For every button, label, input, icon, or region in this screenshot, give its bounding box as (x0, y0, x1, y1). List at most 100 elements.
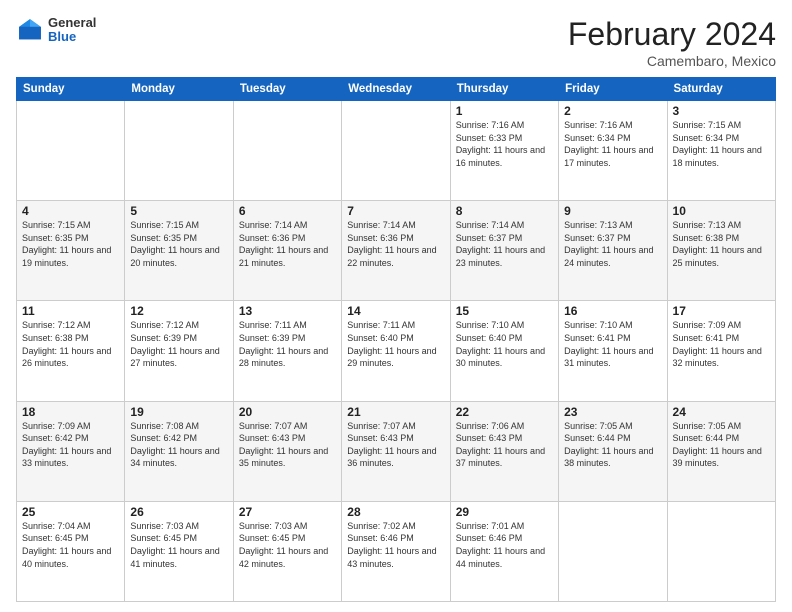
header-row: Sunday Monday Tuesday Wednesday Thursday… (17, 78, 776, 101)
cell-info: Sunrise: 7:07 AMSunset: 6:43 PMDaylight:… (239, 420, 336, 470)
cell-info: Sunrise: 7:12 AMSunset: 6:39 PMDaylight:… (130, 319, 227, 369)
table-row: 26Sunrise: 7:03 AMSunset: 6:45 PMDayligh… (125, 501, 233, 601)
cell-day-number: 15 (456, 304, 553, 318)
cell-day-number: 10 (673, 204, 770, 218)
calendar-table: Sunday Monday Tuesday Wednesday Thursday… (16, 77, 776, 602)
table-row: 23Sunrise: 7:05 AMSunset: 6:44 PMDayligh… (559, 401, 667, 501)
table-row: 24Sunrise: 7:05 AMSunset: 6:44 PMDayligh… (667, 401, 775, 501)
cell-day-number: 28 (347, 505, 444, 519)
cell-info: Sunrise: 7:16 AMSunset: 6:33 PMDaylight:… (456, 119, 553, 169)
cell-info: Sunrise: 7:03 AMSunset: 6:45 PMDaylight:… (130, 520, 227, 570)
col-wednesday: Wednesday (342, 78, 450, 101)
week-row-1: 1Sunrise: 7:16 AMSunset: 6:33 PMDaylight… (17, 101, 776, 201)
cell-day-number: 24 (673, 405, 770, 419)
table-row: 12Sunrise: 7:12 AMSunset: 6:39 PMDayligh… (125, 301, 233, 401)
week-row-2: 4 Sunrise: 7:15 AMSunset: 6:35 PMDaylight… (17, 201, 776, 301)
cell-info: Sunrise: 7:11 AMSunset: 6:40 PMDaylight:… (347, 319, 444, 369)
cell-info: Sunrise: 7:05 AMSunset: 6:44 PMDaylight:… (673, 420, 770, 470)
table-row: 6Sunrise: 7:14 AMSunset: 6:36 PMDaylight… (233, 201, 341, 301)
cell-day-number: 14 (347, 304, 444, 318)
logo-text: General Blue (48, 16, 96, 45)
table-row: 1Sunrise: 7:16 AMSunset: 6:33 PMDaylight… (450, 101, 558, 201)
table-row: 16Sunrise: 7:10 AMSunset: 6:41 PMDayligh… (559, 301, 667, 401)
col-thursday: Thursday (450, 78, 558, 101)
table-row (559, 501, 667, 601)
cell-day-number: 11 (22, 304, 119, 318)
logo-icon (16, 16, 44, 44)
table-row: 3Sunrise: 7:15 AMSunset: 6:34 PMDaylight… (667, 101, 775, 201)
cell-day-number: 4 (22, 204, 119, 218)
table-row: 9Sunrise: 7:13 AMSunset: 6:37 PMDaylight… (559, 201, 667, 301)
cell-day-number: 1 (456, 104, 553, 118)
cell-info: Sunrise: 7:03 AMSunset: 6:45 PMDaylight:… (239, 520, 336, 570)
cell-info: Sunrise: 7:09 AMSunset: 6:42 PMDaylight:… (22, 420, 119, 470)
cell-day-number: 20 (239, 405, 336, 419)
cell-info: Sunrise: 7:13 AMSunset: 6:38 PMDaylight:… (673, 219, 770, 269)
cell-day-number: 6 (239, 204, 336, 218)
table-row: 10Sunrise: 7:13 AMSunset: 6:38 PMDayligh… (667, 201, 775, 301)
table-row: 5Sunrise: 7:15 AMSunset: 6:35 PMDaylight… (125, 201, 233, 301)
table-row: 7Sunrise: 7:14 AMSunset: 6:36 PMDaylight… (342, 201, 450, 301)
cell-day-number: 22 (456, 405, 553, 419)
title-section: February 2024 Camembaro, Mexico (568, 16, 776, 69)
table-row (667, 501, 775, 601)
table-row: 22Sunrise: 7:06 AMSunset: 6:43 PMDayligh… (450, 401, 558, 501)
cell-info: Sunrise: 7:10 AMSunset: 6:40 PMDaylight:… (456, 319, 553, 369)
cell-info: Sunrise: 7:15 AMSunset: 6:35 PMDaylight:… (130, 219, 227, 269)
table-row: 19Sunrise: 7:08 AMSunset: 6:42 PMDayligh… (125, 401, 233, 501)
table-row: 28Sunrise: 7:02 AMSunset: 6:46 PMDayligh… (342, 501, 450, 601)
col-friday: Friday (559, 78, 667, 101)
cell-day-number: 2 (564, 104, 661, 118)
table-row (342, 101, 450, 201)
cell-day-number: 5 (130, 204, 227, 218)
cell-day-number: 3 (673, 104, 770, 118)
cell-info: Sunrise: 7:14 AMSunset: 6:36 PMDaylight:… (239, 219, 336, 269)
cell-info: Sunrise: 7:14 AMSunset: 6:36 PMDaylight:… (347, 219, 444, 269)
cell-info: Sunrise: 7:14 AMSunset: 6:37 PMDaylight:… (456, 219, 553, 269)
cell-info: Sunrise: 7:13 AMSunset: 6:37 PMDaylight:… (564, 219, 661, 269)
cell-day-number: 26 (130, 505, 227, 519)
logo-general-text: General (48, 16, 96, 30)
cell-info: Sunrise: 7:07 AMSunset: 6:43 PMDaylight:… (347, 420, 444, 470)
table-row: 4Sunrise: 7:15 AMSunset: 6:35 PMDaylight… (17, 201, 125, 301)
table-row (17, 101, 125, 201)
cell-info: Sunrise: 7:10 AMSunset: 6:41 PMDaylight:… (564, 319, 661, 369)
cell-info: Sunrise: 7:12 AMSunset: 6:38 PMDaylight:… (22, 319, 119, 369)
table-row: 27Sunrise: 7:03 AMSunset: 6:45 PMDayligh… (233, 501, 341, 601)
cell-day-number: 16 (564, 304, 661, 318)
table-row: 25Sunrise: 7:04 AMSunset: 6:45 PMDayligh… (17, 501, 125, 601)
cell-day-number: 23 (564, 405, 661, 419)
cell-day-number: 7 (347, 204, 444, 218)
cell-day-number: 9 (564, 204, 661, 218)
cell-day-number: 25 (22, 505, 119, 519)
cell-day-number: 8 (456, 204, 553, 218)
col-tuesday: Tuesday (233, 78, 341, 101)
table-row: 14Sunrise: 7:11 AMSunset: 6:40 PMDayligh… (342, 301, 450, 401)
week-row-3: 11Sunrise: 7:12 AMSunset: 6:38 PMDayligh… (17, 301, 776, 401)
cell-info: Sunrise: 7:11 AMSunset: 6:39 PMDaylight:… (239, 319, 336, 369)
week-row-5: 25Sunrise: 7:04 AMSunset: 6:45 PMDayligh… (17, 501, 776, 601)
logo-blue-text: Blue (48, 30, 96, 44)
table-row: 17Sunrise: 7:09 AMSunset: 6:41 PMDayligh… (667, 301, 775, 401)
col-saturday: Saturday (667, 78, 775, 101)
table-row: 20Sunrise: 7:07 AMSunset: 6:43 PMDayligh… (233, 401, 341, 501)
cell-day-number: 17 (673, 304, 770, 318)
cell-info: Sunrise: 7:02 AMSunset: 6:46 PMDaylight:… (347, 520, 444, 570)
cell-info: Sunrise: 7:04 AMSunset: 6:45 PMDaylight:… (22, 520, 119, 570)
table-row: 13Sunrise: 7:11 AMSunset: 6:39 PMDayligh… (233, 301, 341, 401)
table-row (125, 101, 233, 201)
page: General Blue February 2024 Camembaro, Me… (0, 0, 792, 612)
table-row: 21Sunrise: 7:07 AMSunset: 6:43 PMDayligh… (342, 401, 450, 501)
cell-info: Sunrise: 7:09 AMSunset: 6:41 PMDaylight:… (673, 319, 770, 369)
cell-day-number: 12 (130, 304, 227, 318)
cell-info: Sunrise: 7:15 AMSunset: 6:34 PMDaylight:… (673, 119, 770, 169)
cell-day-number: 19 (130, 405, 227, 419)
month-title: February 2024 (568, 16, 776, 53)
cell-day-number: 29 (456, 505, 553, 519)
week-row-4: 18Sunrise: 7:09 AMSunset: 6:42 PMDayligh… (17, 401, 776, 501)
table-row: 15Sunrise: 7:10 AMSunset: 6:40 PMDayligh… (450, 301, 558, 401)
table-row: 11Sunrise: 7:12 AMSunset: 6:38 PMDayligh… (17, 301, 125, 401)
location: Camembaro, Mexico (568, 53, 776, 69)
table-row: 2Sunrise: 7:16 AMSunset: 6:34 PMDaylight… (559, 101, 667, 201)
table-row: 29Sunrise: 7:01 AMSunset: 6:46 PMDayligh… (450, 501, 558, 601)
